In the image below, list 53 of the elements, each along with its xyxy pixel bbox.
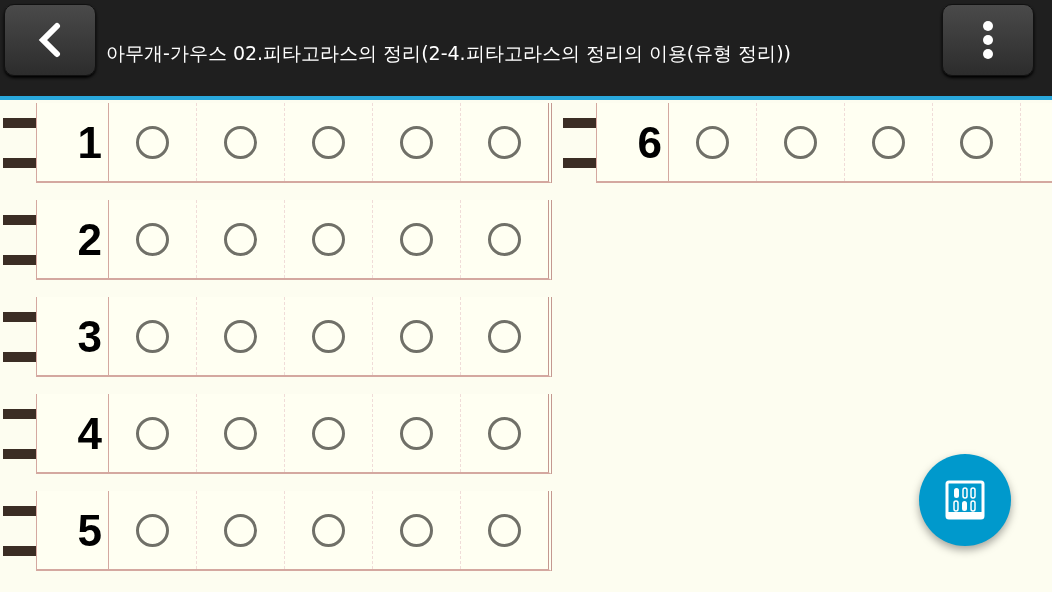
- choice-bubble[interactable]: [784, 125, 817, 159]
- choice-bubble[interactable]: [312, 125, 345, 159]
- binder-tab-icon: [3, 158, 36, 168]
- more-menu-icon: [982, 20, 994, 60]
- binder-tab-icon: [3, 506, 36, 516]
- choice-bubble[interactable]: [400, 125, 433, 159]
- choice-bubble[interactable]: [224, 319, 257, 353]
- choice-bubble[interactable]: [696, 125, 729, 159]
- binder-tab-icon: [3, 118, 36, 128]
- choice-bubble[interactable]: [400, 513, 433, 547]
- page-title: 아무개-가우스 02.피타고라스의 정리(2-4.피타고라스의 정리의 이용(유형 정리)): [106, 41, 791, 66]
- answer-sheet-button[interactable]: [919, 454, 1011, 546]
- choice-bubble[interactable]: [224, 513, 257, 547]
- choice-bubble[interactable]: [488, 222, 521, 256]
- choice-bubble[interactable]: [400, 416, 433, 450]
- binder-tab-icon: [3, 352, 36, 362]
- choice-bubble[interactable]: [488, 319, 521, 353]
- choice-bubble[interactable]: [400, 319, 433, 353]
- question-number: 3: [37, 297, 109, 375]
- binder-tab-icon: [563, 118, 596, 128]
- binder-tab-icon: [3, 215, 36, 225]
- choice-bubble[interactable]: [224, 222, 257, 256]
- choice-bubble[interactable]: [136, 416, 169, 450]
- question-number: 5: [37, 491, 109, 569]
- menu-button[interactable]: [942, 4, 1034, 76]
- choice-bubble[interactable]: [136, 513, 169, 547]
- choice-bubble[interactable]: [136, 222, 169, 256]
- answer-sheet-icon: [944, 479, 986, 521]
- choice-bubble[interactable]: [960, 125, 993, 159]
- question-number: 6: [597, 103, 669, 181]
- choice-bubble[interactable]: [312, 319, 345, 353]
- choice-bubble[interactable]: [488, 513, 521, 547]
- question-number: 4: [37, 394, 109, 472]
- choice-bubble[interactable]: [312, 416, 345, 450]
- choice-bubble[interactable]: [312, 222, 345, 256]
- binder-tab-icon: [3, 546, 36, 556]
- binder-tab-icon: [3, 255, 36, 265]
- choice-bubble[interactable]: [136, 319, 169, 353]
- choice-bubble[interactable]: [488, 416, 521, 450]
- back-button[interactable]: [4, 4, 96, 76]
- choice-bubble[interactable]: [224, 416, 257, 450]
- choice-bubble[interactable]: [488, 125, 521, 159]
- binder-tab-icon: [3, 312, 36, 322]
- choice-bubble[interactable]: [224, 125, 257, 159]
- choice-bubble[interactable]: [872, 125, 905, 159]
- choice-bubble[interactable]: [136, 125, 169, 159]
- choice-bubble[interactable]: [312, 513, 345, 547]
- question-number: 1: [37, 103, 109, 181]
- binder-tab-icon: [3, 449, 36, 459]
- choice-bubble[interactable]: [400, 222, 433, 256]
- binder-tab-icon: [3, 409, 36, 419]
- binder-tab-icon: [563, 158, 596, 168]
- question-number: 2: [37, 200, 109, 278]
